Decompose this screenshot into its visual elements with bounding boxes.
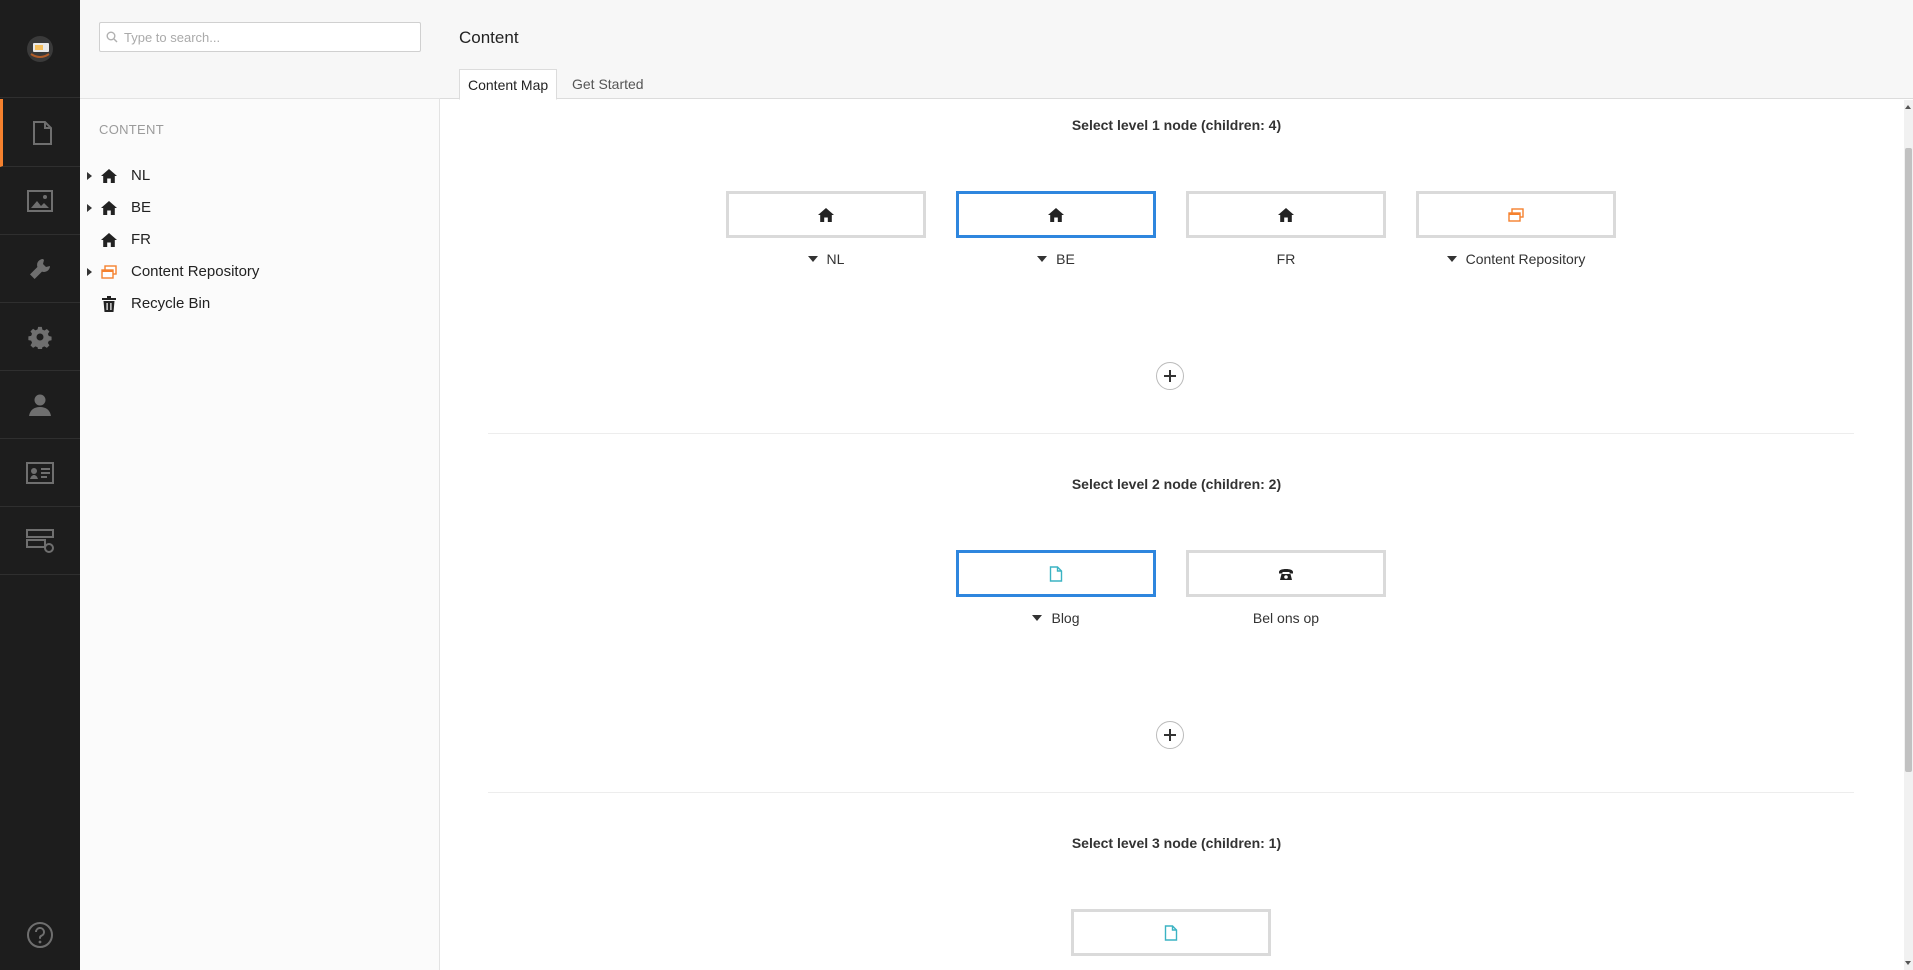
scroll-down-icon[interactable] [1905,961,1911,965]
node-label-blog[interactable]: Blog [956,610,1156,626]
repository-icon [101,265,117,279]
tree-item-label: BE [131,199,152,216]
node-box-content-repository[interactable] [1416,191,1616,238]
tree-item-nl[interactable]: NL [80,161,440,191]
umbraco-logo-icon[interactable] [0,0,80,98]
caret-down-icon [807,256,818,262]
node-box-blog[interactable] [956,550,1156,597]
tree-item-label: FR [131,231,151,248]
caret-down-icon [1037,256,1048,262]
node-label-nl[interactable]: NL [726,251,926,267]
tree-heading: CONTENT [99,122,164,137]
main-content: Content Content Map Get Started Select l… [440,0,1913,970]
tree-item-recycle-bin[interactable]: Recycle Bin [80,289,440,319]
help-icon[interactable] [0,900,80,970]
tree-item-content-repository[interactable]: Content Repository [80,257,440,287]
home-icon [101,233,117,247]
scrollbar[interactable] [1904,100,1913,970]
home-icon [1278,207,1294,222]
home-icon [101,201,117,215]
node-box-bel-ons-op[interactable] [1186,550,1386,597]
home-icon [101,169,117,183]
tree-panel: CONTENT NL BE FR Content Repository Recy… [80,0,440,970]
tree-item-fr[interactable]: FR [80,225,440,255]
repository-icon [1508,207,1524,222]
expand-arrow-icon[interactable] [87,204,92,212]
add-node-button-level-1[interactable] [1156,362,1184,390]
node-label-be[interactable]: BE [956,251,1156,267]
developer-gear-icon[interactable] [0,303,80,371]
plus-icon [1164,729,1176,741]
document-icon [1164,924,1178,941]
node-label-content-repository[interactable]: Content Repository [1416,251,1616,267]
level-divider [488,433,1854,434]
content-icon[interactable] [0,99,80,167]
media-icon[interactable] [0,167,80,235]
level-2-title: Select level 2 node (children: 2) [1071,476,1282,492]
caret-down-icon [1032,615,1043,621]
add-node-button-level-2[interactable] [1156,721,1184,749]
forms-icon[interactable] [0,507,80,575]
tab-content-map[interactable]: Content Map [459,69,558,100]
home-icon [1048,207,1064,222]
users-icon[interactable] [0,371,80,439]
content-map: Select level 1 node (children: 4) NL BE … [440,100,1913,970]
trash-icon [102,296,116,312]
tree-item-be[interactable]: BE [80,193,440,223]
search-bar [80,0,440,99]
node-label-text: NL [826,251,845,267]
level-3-title: Select level 3 node (children: 1) [1071,835,1282,851]
level-divider [488,792,1854,793]
search-input[interactable] [124,26,414,48]
node-label-text: BE [1056,251,1075,267]
settings-wrench-icon[interactable] [0,235,80,303]
document-icon [1049,565,1063,582]
app-root: CONTENT NL BE FR Content Repository Recy… [0,0,1913,970]
expand-arrow-icon[interactable] [87,268,92,276]
search-box[interactable] [99,22,421,52]
node-box-be[interactable] [956,191,1156,238]
node-box-level-3[interactable] [1071,909,1271,956]
home-icon [818,207,834,222]
node-label-text: Content Repository [1465,251,1586,267]
caret-down-icon [1446,256,1457,262]
node-box-nl[interactable] [726,191,926,238]
plus-icon [1164,370,1176,382]
node-label-text: Blog [1051,610,1080,626]
expand-arrow-icon[interactable] [87,172,92,180]
scroll-up-icon[interactable] [1905,105,1911,109]
phone-icon [1279,568,1293,580]
page-title: Content [459,28,519,47]
node-box-fr[interactable] [1186,191,1386,238]
node-label-fr[interactable]: FR [1186,251,1386,267]
tree-item-label: Content Repository [131,263,260,280]
level-1-title: Select level 1 node (children: 4) [1071,117,1282,133]
tab-get-started[interactable]: Get Started [564,69,652,100]
search-icon [106,31,118,43]
main-header: Content Content Map Get Started [440,0,1913,100]
section-sidebar [0,0,80,970]
tree-item-label: NL [131,167,151,184]
tree-item-label: Recycle Bin [131,295,211,312]
node-label-bel-ons-op[interactable]: Bel ons op [1186,610,1386,626]
members-card-icon[interactable] [0,439,80,507]
scrollbar-thumb[interactable] [1905,148,1912,772]
